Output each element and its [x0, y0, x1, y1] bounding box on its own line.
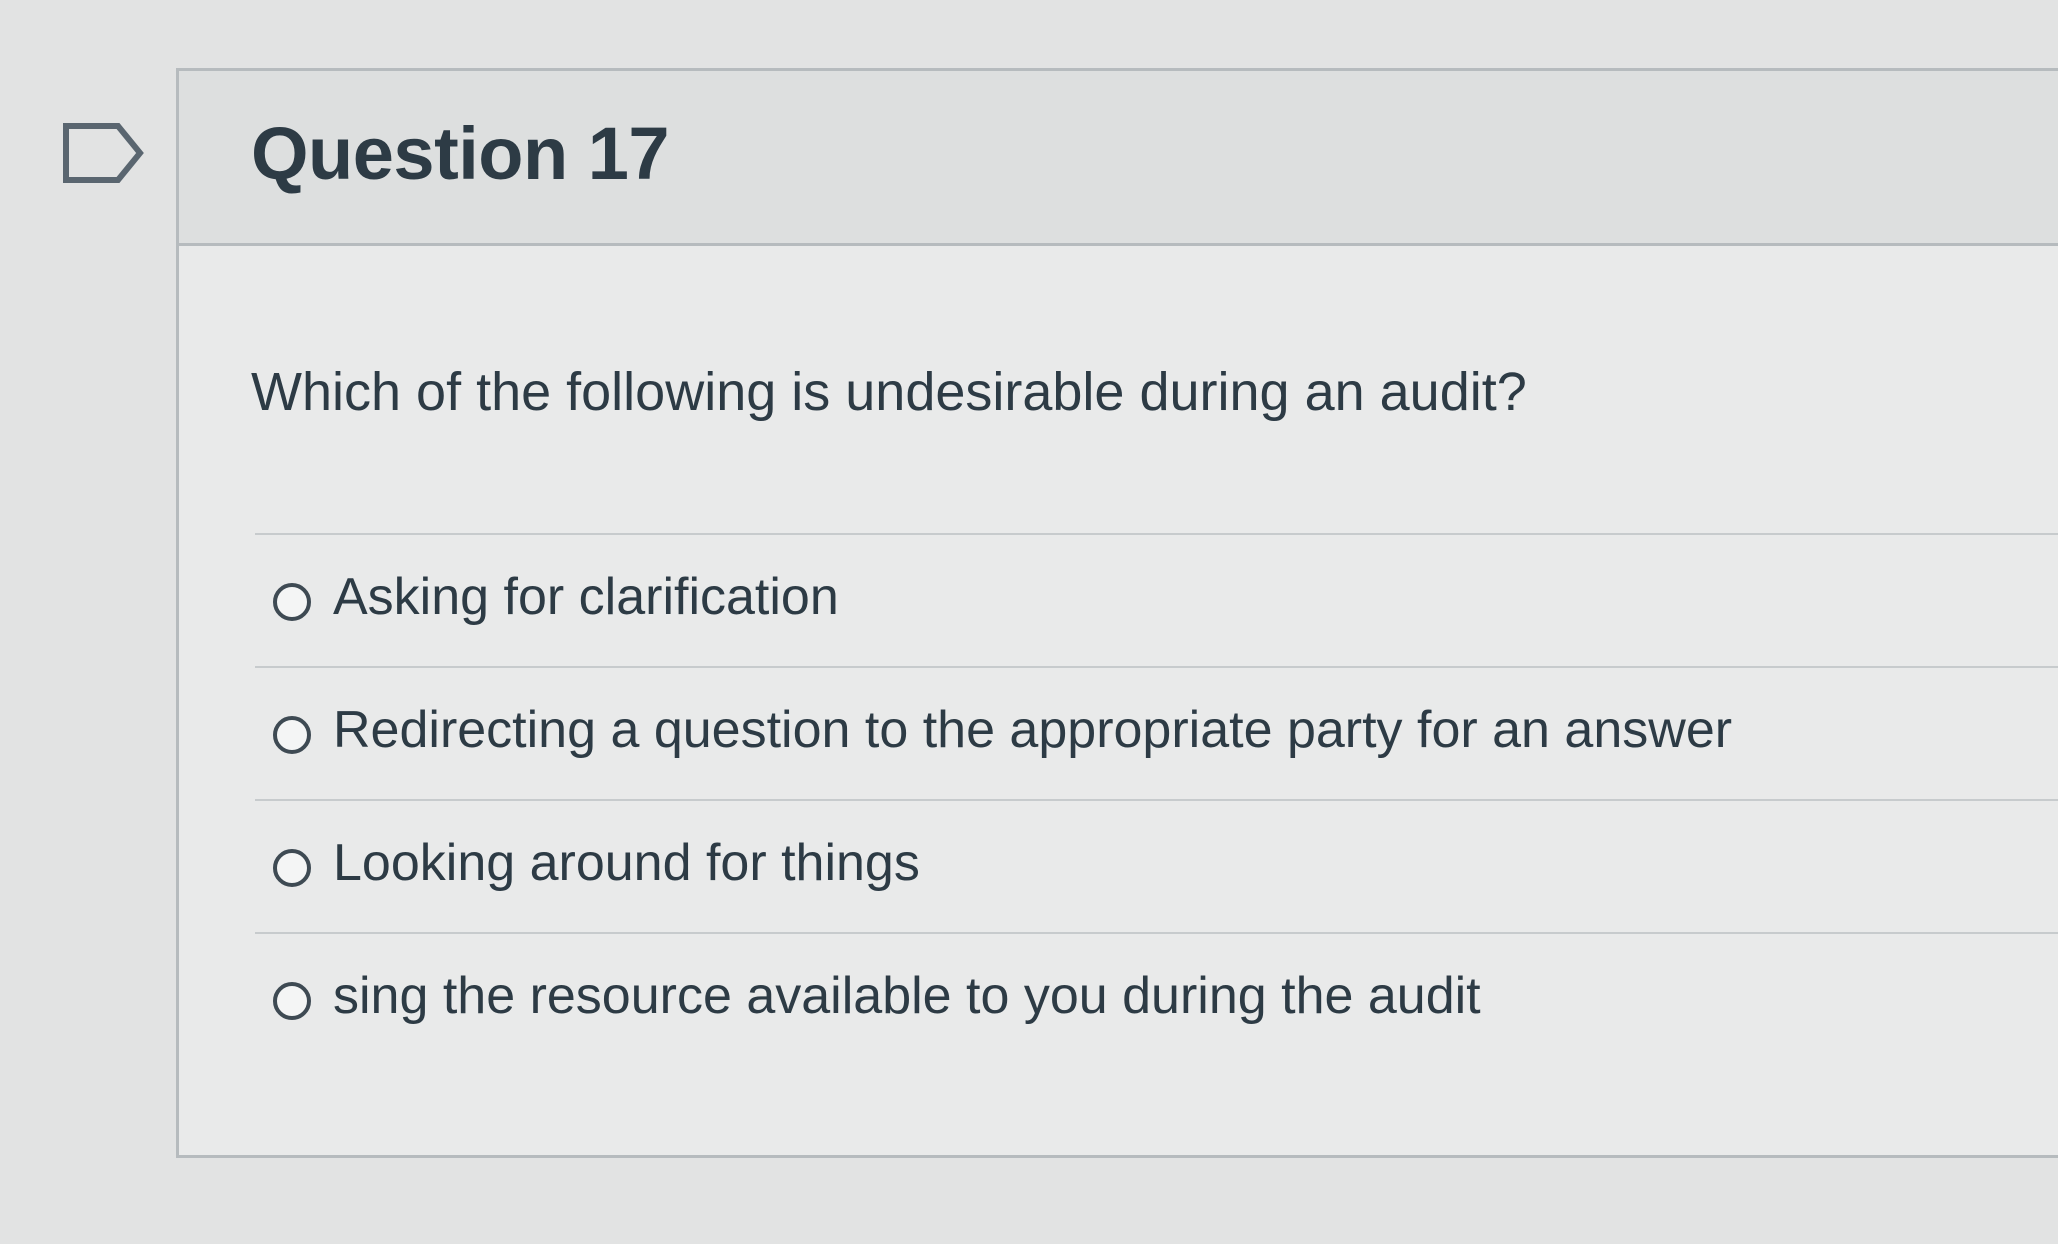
question-title: Question 17 — [251, 112, 670, 195]
question-header: Question 17 — [179, 71, 2058, 246]
radio-button[interactable] — [273, 849, 311, 887]
flag-question-icon[interactable] — [62, 122, 144, 184]
answer-label[interactable]: Redirecting a question to the appropriat… — [333, 700, 1732, 760]
radio-button[interactable] — [273, 982, 311, 1020]
radio-button[interactable] — [273, 716, 311, 754]
radio-button[interactable] — [273, 583, 311, 621]
question-text: Which of the following is undesirable du… — [251, 362, 1527, 422]
answer-label[interactable]: Looking around for things — [333, 833, 920, 893]
answer-option[interactable]: Asking for clarification — [255, 535, 2058, 668]
answer-list: Asking for clarification Redirecting a q… — [255, 533, 2058, 1067]
question-card: Question 17 Which of the following is un… — [176, 68, 2058, 1158]
answer-option[interactable]: sing the resource available to you durin… — [255, 934, 2058, 1067]
answer-option[interactable]: Redirecting a question to the appropriat… — [255, 668, 2058, 801]
answer-label[interactable]: sing the resource available to you durin… — [333, 966, 1481, 1026]
answer-label[interactable]: Asking for clarification — [333, 567, 839, 627]
answer-option[interactable]: Looking around for things — [255, 801, 2058, 934]
